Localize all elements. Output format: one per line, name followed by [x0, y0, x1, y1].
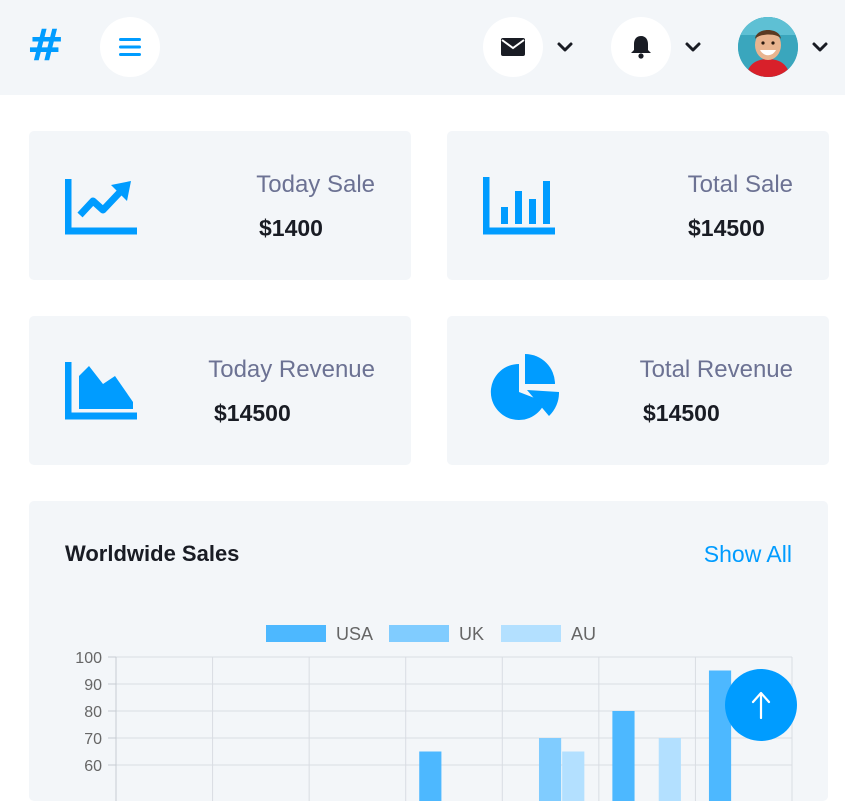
bar-usa	[419, 752, 441, 801]
y-tick-label: 60	[84, 758, 102, 775]
stat-label: Total Sale	[688, 171, 793, 199]
worldwide-sales-panel: Worldwide Sales Show All 10090807060USAU…	[29, 501, 828, 801]
legend-label-au: AU	[571, 624, 596, 644]
bell-icon	[630, 35, 652, 59]
stat-card-today-revenue: Today Revenue $14500	[29, 316, 411, 465]
chart-area-icon	[65, 362, 141, 420]
messages-button[interactable]	[483, 17, 543, 77]
y-tick-label: 80	[84, 704, 102, 721]
y-tick-label: 70	[84, 731, 102, 748]
chart-bar-icon	[483, 177, 559, 235]
legend-label-uk: UK	[459, 624, 484, 644]
legend-swatch-uk	[389, 625, 449, 642]
legend-label-usa: USA	[336, 624, 373, 644]
profile-chevron-down-icon[interactable]	[811, 40, 829, 54]
chart-line-icon	[65, 177, 141, 235]
notifications-chevron-down-icon[interactable]	[684, 40, 702, 54]
stat-value: $14500	[643, 400, 720, 427]
y-tick-label: 90	[84, 677, 102, 694]
chart-pie-icon	[483, 354, 559, 428]
bar-au	[562, 752, 584, 801]
bar-usa	[612, 711, 634, 801]
stat-label: Total Revenue	[640, 356, 793, 384]
notifications-button[interactable]	[611, 17, 671, 77]
avatar-image	[738, 17, 798, 77]
stat-card-total-revenue: Total Revenue $14500	[447, 316, 829, 465]
bars-icon	[119, 38, 141, 56]
back-to-top-button[interactable]	[725, 669, 797, 741]
envelope-icon	[501, 38, 525, 56]
worldwide-sales-chart: 100 90 80 70 60 USA UK AU	[29, 501, 828, 801]
bar-uk	[539, 738, 561, 801]
messages-chevron-down-icon[interactable]	[556, 40, 574, 54]
stat-value: $1400	[259, 215, 323, 242]
sidebar-toggle-button[interactable]	[100, 17, 160, 77]
y-tick-label: 100	[75, 650, 102, 667]
user-avatar[interactable]	[738, 17, 798, 77]
stat-value: $14500	[688, 215, 765, 242]
stat-label: Today Revenue	[208, 356, 375, 384]
brand-logo[interactable]: #	[27, 22, 64, 70]
bar-au	[659, 738, 681, 801]
arrow-up-icon	[751, 691, 771, 719]
stat-value: $14500	[214, 400, 291, 427]
stat-card-total-sale: Total Sale $14500	[447, 131, 829, 280]
legend-swatch-usa	[266, 625, 326, 642]
legend-swatch-au	[501, 625, 561, 642]
stat-card-today-sale: Today Sale $1400	[29, 131, 411, 280]
stat-label: Today Sale	[256, 171, 375, 199]
top-navbar: #	[0, 0, 845, 95]
